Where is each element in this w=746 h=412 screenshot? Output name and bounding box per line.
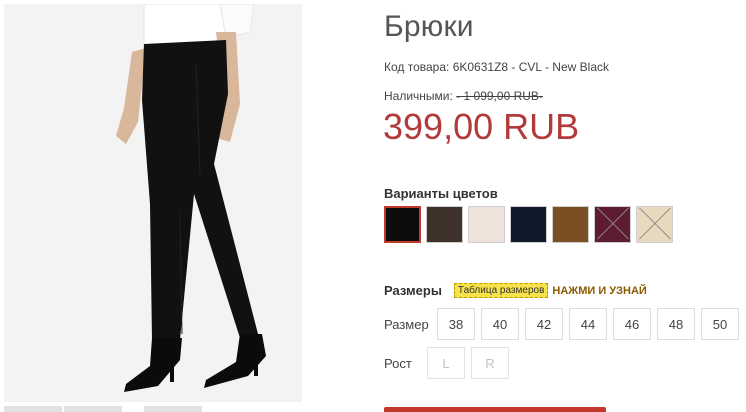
- size-chart-cta[interactable]: НАЖМИ И УЗНАЙ: [552, 285, 646, 297]
- size-option[interactable]: 38: [437, 308, 475, 340]
- color-swatch[interactable]: [552, 206, 589, 243]
- height-option[interactable]: R: [471, 347, 509, 379]
- size-row-label: Размер: [384, 316, 429, 332]
- color-swatch[interactable]: [468, 206, 505, 243]
- product-image[interactable]: [4, 4, 302, 402]
- color-swatch[interactable]: [510, 206, 547, 243]
- size-option[interactable]: 44: [569, 308, 607, 340]
- height-option[interactable]: L: [427, 347, 465, 379]
- thumbnail[interactable]: [64, 406, 122, 412]
- color-swatch[interactable]: [384, 206, 421, 243]
- size-option[interactable]: 46: [613, 308, 651, 340]
- size-option[interactable]: 50: [701, 308, 739, 340]
- old-price: Наличными: - 1 099,00 RUB-: [384, 89, 543, 103]
- add-to-cart-button[interactable]: [384, 407, 606, 412]
- height-selector: Рост LR: [384, 347, 515, 379]
- product-photo-illustration: [4, 4, 302, 402]
- size-option[interactable]: 48: [657, 308, 695, 340]
- sizes-header: Размеры Таблица размеров НАЖМИ И УЗНАЙ: [384, 283, 647, 298]
- thumbnail-strip[interactable]: [4, 404, 302, 412]
- thumbnail[interactable]: [144, 406, 202, 412]
- size-option[interactable]: 42: [525, 308, 563, 340]
- color-swatch[interactable]: [426, 206, 463, 243]
- color-options-label: Варианты цветов: [384, 186, 498, 201]
- color-swatch[interactable]: [594, 206, 631, 243]
- product-title: Брюки: [384, 10, 474, 43]
- product-sku: Код товара: 6K0631Z8 - CVL - New Black: [384, 60, 609, 74]
- thumbnail[interactable]: [4, 406, 62, 412]
- size-selector: Размер 38 40 42 44 46 48 50: [384, 308, 745, 340]
- old-price-value: - 1 099,00 RUB-: [456, 89, 543, 103]
- sizes-label: Размеры: [384, 283, 442, 298]
- color-swatch[interactable]: [636, 206, 673, 243]
- current-price: 399,00 RUB: [383, 106, 580, 147]
- height-row-label: Рост: [384, 355, 412, 371]
- color-swatches: [384, 206, 673, 243]
- old-price-label: Наличными:: [384, 89, 453, 103]
- size-chart-link[interactable]: Таблица размеров: [453, 283, 549, 298]
- size-option[interactable]: 40: [481, 308, 519, 340]
